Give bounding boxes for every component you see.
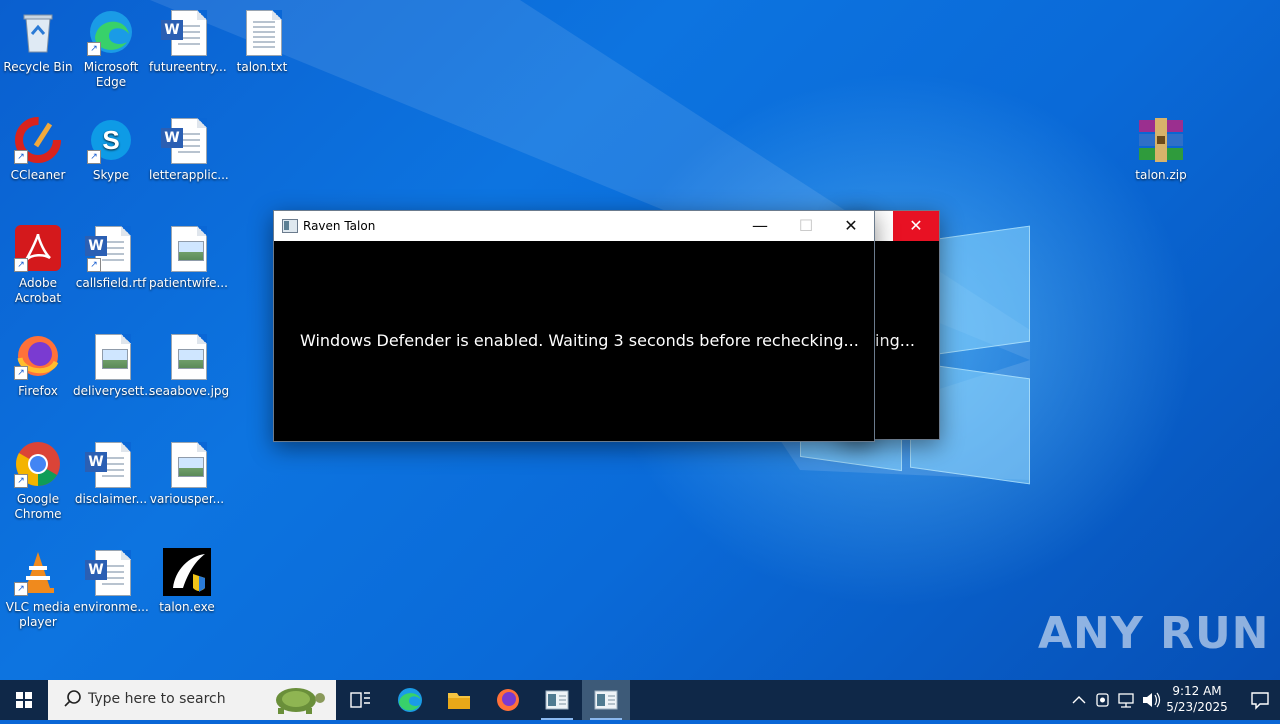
- firefox-icon: ↗: [14, 332, 62, 380]
- vlc-cone-icon: ↗: [14, 548, 62, 596]
- word-document-icon: W ↗: [85, 224, 135, 272]
- console-app-icon: [282, 219, 298, 233]
- chevron-up-icon: [1072, 696, 1086, 704]
- window-title: Raven Talon: [303, 219, 376, 233]
- edge-icon: ↗: [87, 8, 135, 56]
- console-window-icon: [545, 690, 569, 710]
- window-titlebar[interactable]: Raven Talon — ☐ ✕: [274, 211, 874, 241]
- taskbar-clock[interactable]: 9:12 AM 5/23/2025: [1158, 683, 1236, 723]
- shortcut-arrow-icon: ↗: [14, 582, 28, 596]
- word-document-icon: W: [85, 548, 135, 596]
- desktop-icon-microsoft-edge[interactable]: ↗ Microsoft Edge: [73, 8, 149, 90]
- console-window-icon: [594, 690, 618, 710]
- shortcut-arrow-icon: ↗: [14, 366, 28, 380]
- desktop-icon-callsfield-rtf[interactable]: W ↗ callsfield.rtf: [73, 224, 149, 291]
- image-file-icon: [163, 224, 211, 272]
- clock-date: 5/23/2025: [1166, 700, 1228, 714]
- desktop-icon-adobe-acrobat[interactable]: ↗ Adobe Acrobat: [0, 224, 76, 306]
- word-document-icon: W: [85, 440, 135, 488]
- image-file-icon: [163, 440, 211, 488]
- action-center-button[interactable]: [1240, 680, 1280, 720]
- talon-exe-icon: [163, 548, 211, 596]
- skype-icon: S ↗: [87, 116, 135, 164]
- shortcut-arrow-icon: ↗: [14, 258, 28, 272]
- image-file-icon: [163, 332, 211, 380]
- desktop-icon-talon-zip[interactable]: talon.zip: [1123, 116, 1199, 183]
- desktop-icon-deliverysett[interactable]: deliverysett...: [73, 332, 156, 399]
- taskbar-console-button-1[interactable]: [533, 680, 581, 720]
- desktop-icon-talon-exe[interactable]: talon.exe: [149, 548, 225, 615]
- notification-icon: [1251, 692, 1269, 710]
- desktop-icon-ccleaner[interactable]: ↗ CCleaner: [0, 116, 76, 183]
- meet-now-icon: [1096, 693, 1109, 707]
- desktop-icon-vlc[interactable]: ↗ VLC media player: [0, 548, 76, 630]
- turtle-search-highlight-icon: [276, 688, 325, 714]
- desktop-icon-variousper[interactable]: variousper...: [149, 440, 225, 507]
- taskbar-edge-button[interactable]: [386, 680, 434, 720]
- word-document-icon: W: [161, 8, 211, 56]
- desktop[interactable]: Recycle Bin ↗ CCleaner ↗ Adobe Acrobat ↗…: [0, 0, 1280, 680]
- windows-start-icon: [16, 692, 32, 708]
- maximize-button[interactable]: ☐: [783, 211, 829, 241]
- task-view-button[interactable]: [336, 680, 384, 720]
- svg-text:S: S: [102, 125, 119, 155]
- desktop-icon-seaabove-jpg[interactable]: seaabove.jpg: [149, 332, 229, 399]
- taskbar-firefox-button[interactable]: [484, 680, 532, 720]
- close-button[interactable]: ✕: [828, 211, 874, 241]
- firefox-icon: [497, 689, 519, 711]
- taskbar: Type here to search 9:12 AM 5/23/2025: [0, 680, 1280, 720]
- desktop-icon-letterapplic[interactable]: W letterapplic...: [149, 116, 229, 183]
- shortcut-arrow-icon: ↗: [87, 42, 101, 56]
- winrar-archive-icon: [1137, 116, 1185, 164]
- desktop-icon-google-chrome[interactable]: ↗ Google Chrome: [0, 440, 76, 522]
- desktop-icon-recycle-bin[interactable]: Recycle Bin: [0, 8, 76, 75]
- image-file-icon: [87, 332, 135, 380]
- desktop-icon-environme[interactable]: W environme...: [73, 548, 149, 615]
- console-window-raven-talon[interactable]: Raven Talon — ☐ ✕ Windows Defender is en…: [273, 210, 875, 442]
- minimize-button[interactable]: —: [737, 211, 783, 241]
- tray-meet-button[interactable]: [1092, 680, 1114, 720]
- start-button[interactable]: [0, 680, 48, 720]
- search-icon: [64, 690, 81, 707]
- desktop-icon-skype[interactable]: S ↗ Skype: [73, 116, 149, 183]
- chrome-icon: ↗: [14, 440, 62, 488]
- desktop-icon-patientwife[interactable]: patientwife...: [149, 224, 228, 291]
- tray-network-button[interactable]: [1116, 680, 1138, 720]
- network-icon: [1118, 693, 1134, 708]
- taskbar-search-box[interactable]: Type here to search: [48, 680, 336, 720]
- anyrun-watermark: ANY RUN: [1038, 608, 1270, 659]
- taskbar-console-button-2[interactable]: [582, 680, 630, 720]
- clock-time: 9:12 AM: [1172, 684, 1222, 698]
- console-back-text: ing...: [875, 331, 915, 350]
- close-button-hover[interactable]: ✕: [893, 211, 939, 241]
- desktop-icon-futureentry[interactable]: W futureentry...: [149, 8, 227, 75]
- taskbar-file-explorer-button[interactable]: [435, 680, 483, 720]
- ccleaner-icon: ↗: [14, 116, 62, 164]
- recycle-bin-icon: [14, 8, 62, 56]
- shortcut-arrow-icon: ↗: [87, 150, 101, 164]
- desktop-icon-talon-txt[interactable]: talon.txt: [224, 8, 300, 75]
- shortcut-arrow-icon: ↗: [14, 150, 28, 164]
- folder-icon: [448, 693, 470, 709]
- word-document-icon: W: [161, 116, 211, 164]
- console-message: Windows Defender is enabled. Waiting 3 s…: [300, 331, 859, 350]
- desktop-icon-disclaimer[interactable]: W disclaimer...: [73, 440, 149, 507]
- show-hidden-icons-button[interactable]: [1068, 680, 1090, 720]
- text-file-icon: [238, 8, 286, 56]
- edge-icon: [398, 688, 422, 712]
- task-view-icon: [350, 692, 370, 708]
- search-placeholder: Type here to search: [88, 691, 226, 707]
- shortcut-arrow-icon: ↗: [87, 258, 101, 272]
- acrobat-icon: ↗: [14, 224, 62, 272]
- desktop-icon-firefox[interactable]: ↗ Firefox: [0, 332, 76, 399]
- shortcut-arrow-icon: ↗: [14, 474, 28, 488]
- anyrun-watermark-text: ANY RUN: [1038, 608, 1270, 659]
